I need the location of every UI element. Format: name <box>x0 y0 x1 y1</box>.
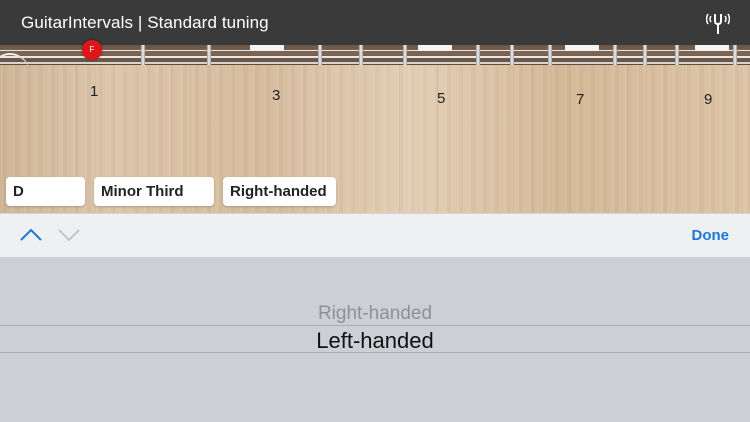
fret-wire <box>359 45 363 65</box>
fret-number: 3 <box>272 87 281 104</box>
guitar-string <box>0 62 750 64</box>
fret-wire <box>548 45 552 65</box>
guitar-string <box>0 56 750 58</box>
app-title: GuitarIntervals | Standard tuning <box>21 13 269 32</box>
note-marker[interactable]: F <box>82 40 102 60</box>
handedness-picker[interactable]: Right-handed Left-handed <box>0 257 750 422</box>
picker-selection-line <box>0 325 750 326</box>
fret-number: 9 <box>704 91 713 108</box>
fret-inlay <box>565 45 599 51</box>
chevron-up-icon[interactable] <box>19 227 43 243</box>
fret-wire <box>207 45 211 65</box>
guitar-string <box>0 50 750 51</box>
input-accessory-toolbar: Done <box>0 213 750 257</box>
fret-number: 7 <box>576 91 585 108</box>
title-bar: GuitarIntervals | Standard tuning <box>0 0 750 45</box>
fret-wire <box>733 45 737 65</box>
fret-wire <box>643 45 647 65</box>
handedness-selector[interactable]: Right-handed <box>223 177 336 206</box>
fret-wire <box>675 45 679 65</box>
fret-inlay <box>695 45 729 51</box>
fret-wire <box>403 45 407 65</box>
note-selector[interactable]: D <box>6 177 85 206</box>
tuning-fork-icon[interactable] <box>706 11 730 35</box>
fret-wire <box>476 45 480 65</box>
interval-selector[interactable]: Minor Third <box>94 177 214 206</box>
done-button[interactable]: Done <box>692 227 730 244</box>
picker-option-selected[interactable]: Left-handed <box>0 328 750 354</box>
fret-wire <box>318 45 322 65</box>
fret-number: 1 <box>90 83 99 100</box>
guitar-neck <box>0 45 750 65</box>
fret-wire <box>613 45 617 65</box>
fret-wire <box>510 45 514 65</box>
picker-option[interactable]: Right-handed <box>0 303 750 325</box>
chevron-down-icon[interactable] <box>57 227 81 243</box>
fret-wire <box>141 45 145 65</box>
fretboard[interactable]: F 1 3 5 7 9 D Minor Third Right-handed <box>0 40 750 213</box>
fret-number: 5 <box>437 90 446 107</box>
fret-inlay <box>250 45 284 51</box>
fret-inlay <box>418 45 452 51</box>
